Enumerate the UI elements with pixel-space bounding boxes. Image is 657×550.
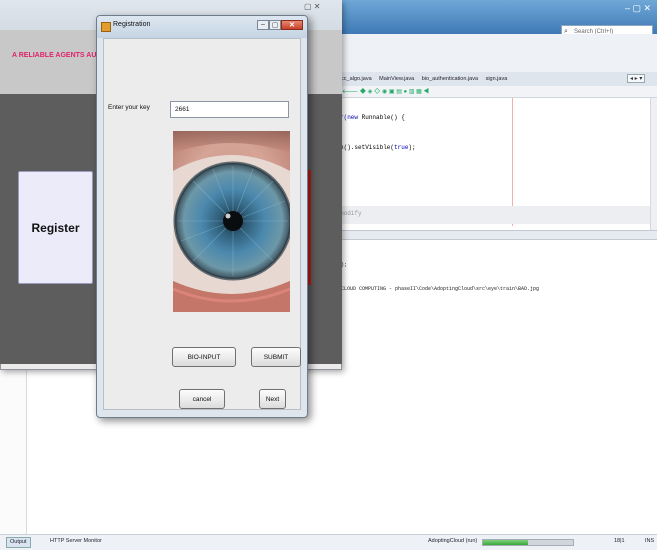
code-keyword: true	[394, 144, 409, 151]
tab-overflow-control[interactable]: ◂ ▸ ▾	[627, 74, 646, 83]
dialog-title: Registration	[113, 21, 151, 28]
code-text: n().setVisible(	[340, 144, 395, 151]
editor-fold-bar	[338, 206, 650, 224]
output-line: CLOUD COMPUTING - phaseII\Code\AdoptingC…	[341, 286, 540, 292]
tab-mainview[interactable]: MainView.java	[379, 76, 414, 82]
register-button[interactable]: Register	[18, 171, 93, 284]
submit-button[interactable]: SUBMIT	[251, 347, 301, 367]
close-button[interactable]: ✕	[281, 20, 303, 30]
tab-ecc-algo[interactable]: ecc_algo.java	[338, 76, 372, 82]
code-line: n().setVisible(true);	[340, 144, 416, 151]
java-app-icon	[101, 22, 111, 32]
run-progress-bar	[482, 539, 574, 546]
app-window-controls[interactable]: ▢ ✕	[304, 2, 320, 11]
editor-toolbar[interactable]: 🡐 ◆ ◈ ◇ ◉ ▣ ▤ ● ▥ ▦ ◀	[338, 86, 657, 98]
eye-photo-icon	[173, 131, 290, 312]
insert-mode: INS	[645, 538, 655, 544]
code-text: Runnable() {	[358, 114, 405, 121]
minimize-button[interactable]: –	[257, 20, 269, 30]
ide-window-controls[interactable]: – ▢ ✕	[625, 3, 651, 14]
bio-input-button[interactable]: BIO-INPUT	[172, 347, 236, 367]
code-folded-text: modify	[340, 210, 362, 217]
tab-bio-authentication[interactable]: bio_authentication.java	[422, 76, 478, 82]
run-progress-fill	[483, 540, 528, 545]
editor-scrollbar[interactable]	[650, 98, 657, 230]
output-panel-header	[338, 230, 657, 240]
next-button[interactable]: Next	[259, 389, 286, 409]
key-input[interactable]	[170, 101, 289, 118]
output-tab[interactable]: Output	[6, 537, 31, 548]
caret-position: 18|1	[614, 538, 625, 544]
code-text: );	[408, 144, 416, 151]
tab-sign[interactable]: sign.java	[486, 76, 508, 82]
key-label: Enter your key	[108, 104, 150, 111]
cancel-button[interactable]: cancel	[179, 389, 225, 409]
code-keyword: r(new	[340, 114, 359, 121]
output-left-strip	[0, 370, 27, 534]
http-server-monitor-tab[interactable]: HTTP Server Monitor	[50, 537, 102, 546]
ide-editor-tabs: ecc_algo.java MainView.java bio_authenti…	[338, 72, 657, 87]
maximize-button[interactable]: ▢	[269, 20, 281, 30]
running-project-label: AdoptingCloud (run)	[428, 538, 478, 544]
eye-image	[173, 131, 290, 312]
code-line: r(new Runnable() {	[340, 114, 405, 121]
